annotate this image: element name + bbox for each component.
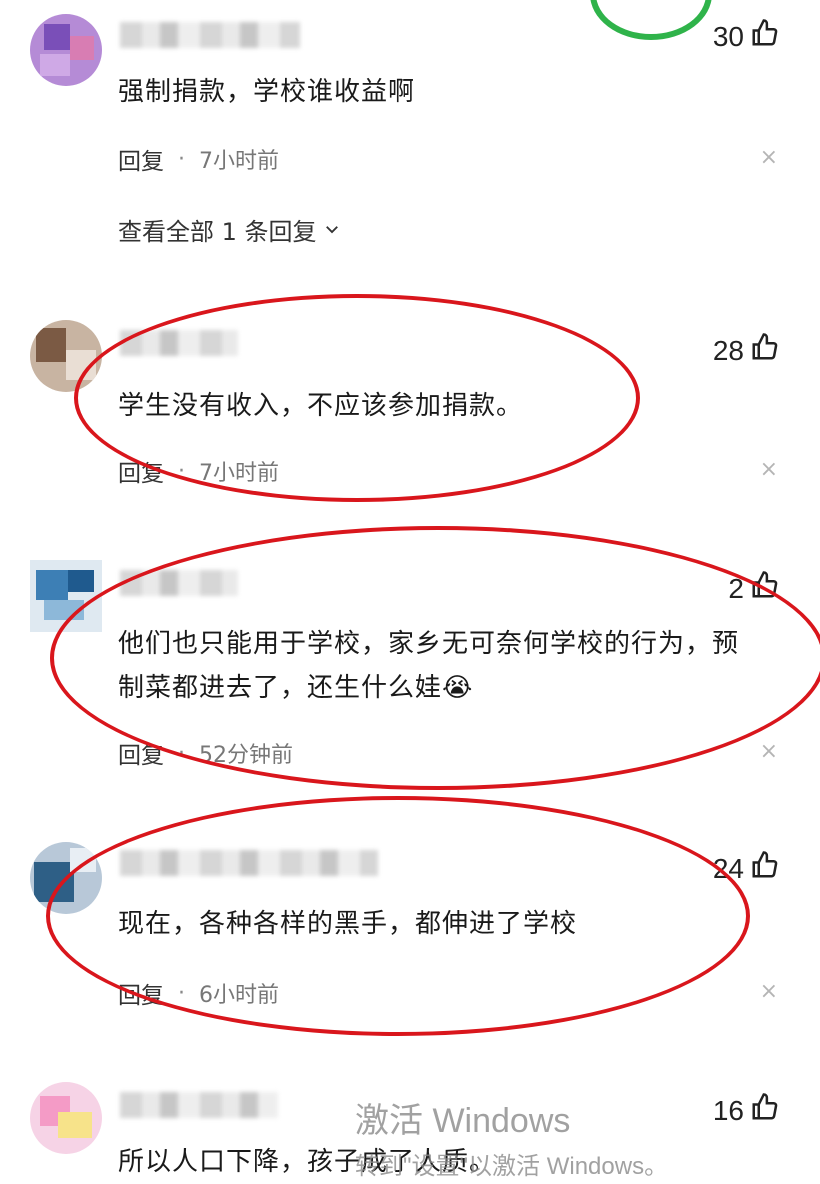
like-count: 2 [728,572,744,604]
avatar[interactable] [30,560,102,632]
like-count: 16 [712,1094,744,1126]
comment-text: 强制捐款，学校谁收益啊 [118,77,416,107]
separator: · [178,740,185,766]
close-icon[interactable]: × [760,145,778,170]
comment-text-line-2-content: 制菜都进去了，还生什么娃 [118,673,443,703]
username-blurred [120,22,300,48]
thumbs-up-icon [750,570,780,607]
separator: · [178,458,185,484]
username-blurred [120,850,378,876]
avatar[interactable] [30,1082,102,1154]
close-icon[interactable]: × [760,979,778,1004]
reply-button[interactable]: 回复 [118,976,164,1010]
timestamp: 7小时前 [199,149,279,174]
comment-text: 现在，各种各样的黑手，都伸进了学校 [118,909,578,939]
comment-meta: 回复 · 7小时前 [118,142,279,176]
thumbs-up-icon [750,332,780,369]
avatar[interactable] [30,320,102,392]
avatar[interactable] [30,14,102,86]
comment-meta: 回复 · 6小时前 [118,976,279,1010]
comment-text-line-2: 制菜都进去了，还生什么娃😭 [118,666,778,710]
comment-text-line-1: 他们也只能用于学校，家乡无可奈何学校的行为，预 [118,629,740,659]
reply-button[interactable]: 回复 [118,142,164,176]
windows-activation-watermark-title: 激活 Windows [355,1102,571,1140]
windows-activation-watermark-subtitle: 转到"设置"以激活 Windows。 [355,1153,669,1180]
view-all-replies-button[interactable]: 查看全部 1 条回复 [118,212,341,247]
reply-button[interactable]: 回复 [118,454,164,488]
thumbs-up-icon [750,1092,780,1129]
like-count: 28 [712,334,744,366]
like-button[interactable]: 16 [713,1092,780,1129]
like-button[interactable]: 28 [713,332,780,369]
close-icon[interactable]: × [760,457,778,482]
view-all-label: 查看全部 1 条回复 [118,218,317,246]
avatar[interactable] [30,842,102,914]
timestamp: 6小时前 [199,983,279,1008]
like-button[interactable]: 30 [713,18,780,55]
timestamp: 7小时前 [199,461,279,486]
separator: · [178,980,185,1006]
like-count: 24 [712,852,744,884]
close-icon[interactable]: × [760,739,778,764]
chevron-down-icon [323,216,341,244]
username-blurred [120,330,238,356]
comment-meta: 回复 · 7小时前 [118,454,279,488]
reply-button[interactable]: 回复 [118,736,164,770]
thumbs-up-icon [750,850,780,887]
comment-text: 他们也只能用于学校，家乡无可奈何学校的行为，预 制菜都进去了，还生什么娃😭 [118,622,778,710]
crying-emoji-icon: 😭 [442,673,474,703]
separator: · [178,146,185,172]
comment-text: 学生没有收入，不应该参加捐款。 [118,391,524,421]
username-blurred [120,570,238,596]
like-button[interactable]: 2 [728,570,780,607]
thumbs-up-icon [750,18,780,55]
like-count: 30 [712,20,744,52]
timestamp: 52分钟前 [199,743,293,768]
comment-meta: 回复 · 52分钟前 [118,736,293,770]
partial-green-ring [590,0,712,40]
like-button[interactable]: 24 [713,850,780,887]
username-blurred [120,1092,278,1118]
